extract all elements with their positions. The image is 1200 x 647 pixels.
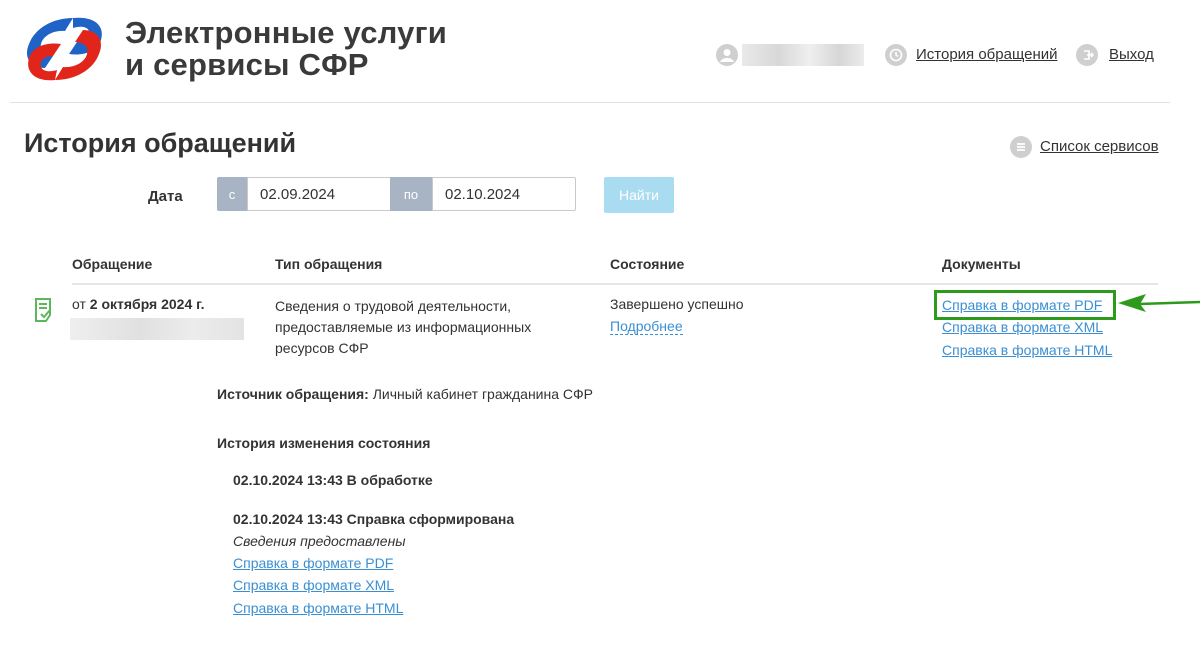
find-button[interactable]: Найти: [604, 177, 674, 213]
date-to-prefix: по: [390, 177, 432, 211]
event-pdf-link[interactable]: Справка в формате PDF: [233, 555, 393, 571]
date-to-input[interactable]: [432, 177, 576, 211]
event-xml-link[interactable]: Справка в формате XML: [233, 577, 394, 593]
column-header-type: Тип обращения: [275, 256, 383, 272]
event-html-link[interactable]: Справка в формате HTML: [233, 600, 403, 616]
request-source: Источник обращения: Личный кабинет гражд…: [217, 386, 593, 402]
services-list-link[interactable]: Список сервисов: [1040, 138, 1159, 155]
document-xml-link[interactable]: Справка в формате XML: [942, 319, 1103, 335]
pdf-highlight-box: [934, 290, 1116, 320]
table-header-divider: [72, 283, 1158, 285]
date-filter-label: Дата: [148, 188, 183, 205]
details-link[interactable]: Подробнее: [610, 318, 683, 335]
column-header-status: Состояние: [610, 256, 685, 272]
brand-line-2: и сервисы СФР: [125, 47, 369, 82]
status-event: 02.10.2024 13:43 Справка сформирована: [233, 511, 515, 527]
request-source-value: Личный кабинет гражданина СФР: [368, 386, 594, 402]
page-title: История обращений: [24, 128, 297, 158]
column-header-request: Обращение: [72, 256, 153, 272]
request-type: Сведения о трудовой деятельности, предос…: [275, 298, 532, 356]
column-header-documents: Документы: [942, 256, 1021, 272]
date-from-prefix: с: [217, 177, 247, 211]
pointer-arrow-icon: [1118, 294, 1200, 312]
header-divider: [10, 102, 1170, 103]
document-html-link[interactable]: Справка в формате HTML: [942, 342, 1112, 358]
document-check-icon: [35, 298, 51, 322]
request-date-prefix: от: [72, 296, 90, 312]
request-source-label: Источник обращения:: [217, 386, 369, 402]
user-avatar-icon[interactable]: [716, 44, 738, 66]
request-status: Завершено успешно: [610, 296, 744, 312]
status-event-note: Сведения предоставлены: [233, 533, 406, 549]
user-name-redacted[interactable]: [742, 44, 864, 66]
brand-title: Электронные услуги и сервисы СФР: [125, 17, 447, 81]
services-list-icon[interactable]: [1010, 136, 1032, 158]
exit-icon[interactable]: [1076, 44, 1098, 66]
request-date-value: 2 октября 2024 г.: [89, 296, 205, 312]
status-event: 02.10.2024 13:43 В обработке: [233, 472, 433, 488]
history-link[interactable]: История обращений: [916, 46, 1058, 63]
sfr-logo[interactable]: [25, 14, 105, 84]
request-number-redacted: [70, 318, 244, 340]
request-date: от 2 октября 2024 г.: [72, 296, 204, 312]
exit-link[interactable]: Выход: [1109, 46, 1154, 63]
status-history-title: История изменения состояния: [217, 435, 431, 451]
brand-line-1: Электронные услуги: [125, 15, 447, 50]
history-icon[interactable]: [885, 44, 907, 66]
date-from-input[interactable]: [247, 177, 391, 211]
